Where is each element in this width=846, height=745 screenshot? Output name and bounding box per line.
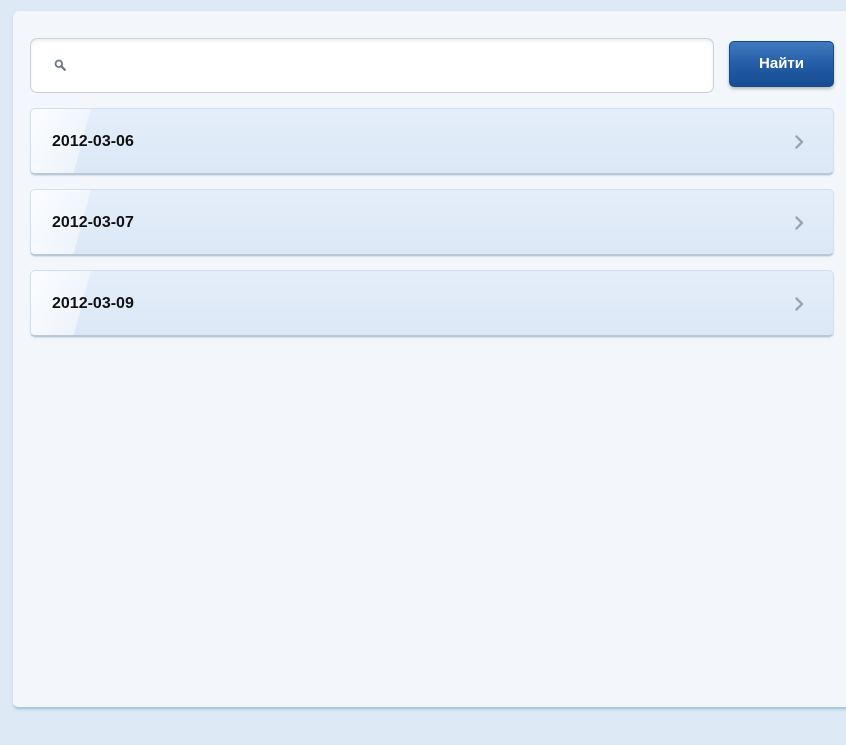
search-input[interactable] bbox=[77, 45, 701, 89]
chevron-right-icon bbox=[795, 297, 804, 311]
list-item[interactable]: 2012-03-09 bbox=[30, 270, 834, 337]
list-item-label: 2012-03-09 bbox=[52, 295, 134, 312]
chevron-right-icon bbox=[795, 216, 804, 230]
search-bar: Найти bbox=[30, 38, 834, 95]
list-item[interactable]: 2012-03-06 bbox=[30, 108, 834, 175]
search-field[interactable] bbox=[30, 38, 714, 93]
search-icon bbox=[54, 59, 66, 71]
list-item-label: 2012-03-07 bbox=[52, 214, 134, 231]
date-list: 2012-03-06 2012-03-07 2012-03-09 bbox=[30, 108, 834, 351]
list-item[interactable]: 2012-03-07 bbox=[30, 189, 834, 256]
search-button[interactable]: Найти bbox=[729, 41, 834, 87]
chevron-right-icon bbox=[795, 135, 804, 149]
list-item-label: 2012-03-06 bbox=[52, 133, 134, 150]
